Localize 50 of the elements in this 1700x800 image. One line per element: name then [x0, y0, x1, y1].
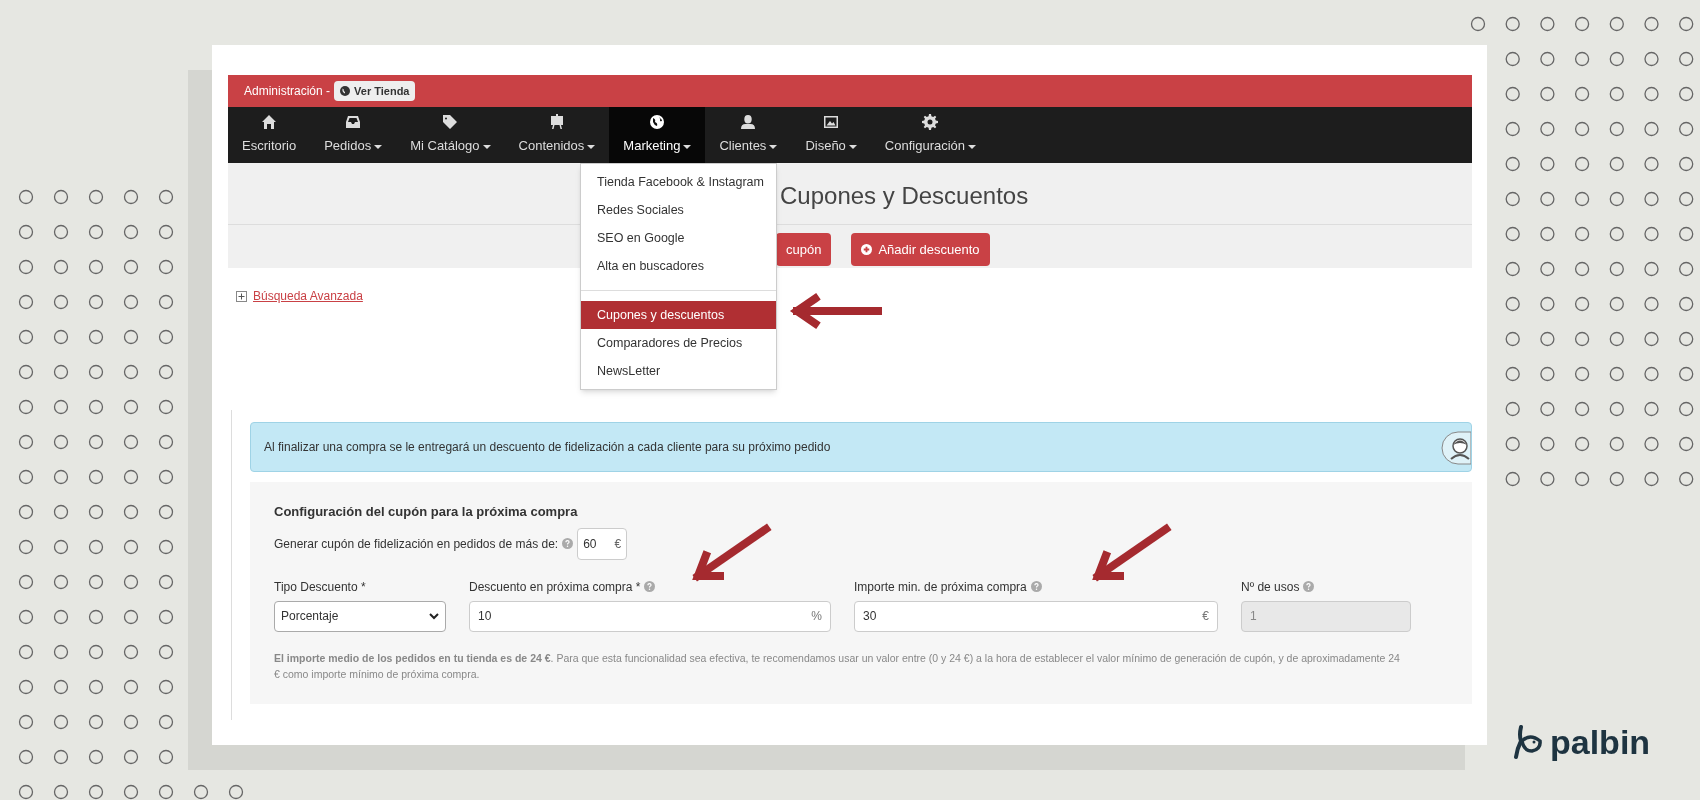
easel-icon	[548, 114, 565, 131]
menu-item[interactable]: Alta en buscadores	[581, 252, 776, 280]
advanced-search-link[interactable]: Búsqueda Avanzada	[253, 287, 363, 305]
menu-item[interactable]: Redes Sociales	[581, 196, 776, 224]
input-field[interactable]: 30 €	[854, 600, 1218, 632]
brand-logo: palbin	[1550, 725, 1651, 759]
inbox-icon	[345, 114, 362, 131]
field-label: Importe min. de próxima compra	[854, 579, 1027, 594]
menu-item[interactable]: Comparadores de Precios	[581, 329, 776, 357]
view-store-button[interactable]: Ver Tienda	[334, 80, 416, 102]
expand-icon[interactable]	[236, 290, 247, 302]
field-label: Nº de usos	[1241, 579, 1300, 594]
fish-logo-icon	[1514, 725, 1544, 759]
threshold-label: Generar cupón de fidelización en pedidos de más de:	[274, 535, 559, 553]
tag-icon	[442, 114, 459, 131]
field-label: Descuento en próxima compra *	[469, 579, 641, 594]
nav-item[interactable]: Diseño	[791, 107, 871, 163]
nav-item[interactable]: Pedidos	[310, 107, 397, 163]
globe-icon	[649, 114, 666, 131]
menu-item[interactable]: NewsLetter	[581, 357, 776, 385]
nav-item[interactable]: Mi Catálogo	[396, 107, 505, 163]
nav-item[interactable]: Marketing	[609, 107, 706, 163]
admin-label: Administración -	[244, 83, 331, 100]
help-icon[interactable]	[1030, 580, 1042, 592]
image-icon	[823, 114, 840, 131]
menu-item[interactable]: SEO en Google	[581, 224, 776, 252]
chevron-icon	[429, 612, 439, 620]
menu-item[interactable]: Cupones y descuentos	[581, 301, 776, 329]
nav-item[interactable]: Clientes	[705, 107, 792, 163]
nav-item[interactable]: Contenidos	[504, 107, 610, 163]
page-title: Cupones y Descuentos	[780, 181, 1029, 211]
globe-icon	[340, 86, 351, 96]
info-text: Al finalizar una compra se le entregará un descuento de fidelización a cada cliente para su próximo pedido	[264, 439, 831, 456]
help-icon[interactable]	[562, 538, 574, 549]
help-icon[interactable]	[644, 580, 656, 592]
support-icon[interactable]	[1441, 431, 1471, 465]
user-icon	[740, 114, 757, 131]
config-title: Configuración del cupón para la próxima compra	[274, 503, 579, 521]
nav-item[interactable]: Configuración	[870, 107, 991, 163]
home-icon	[261, 114, 278, 131]
add-button[interactable]: Añadir descuento	[851, 233, 990, 266]
nav-item[interactable]: Escritorio	[228, 107, 311, 163]
input-field[interactable]: 10 %	[469, 600, 831, 632]
gear-icon	[922, 114, 939, 131]
recommendation-note: El importe medio de los pedidos en tu tienda es de 24 €. Para que esta funcionalidad sea efectiva, te recomendamos usar un valor entre (0 y 24 €) a la hora de establecer el valor mínimo de generación de cupón, y de aproximadamente 24 € como importe mínimo de próxima compra.	[274, 650, 1401, 682]
threshold-field[interactable]: 60 €	[577, 527, 628, 560]
select-field[interactable]: Porcentaje	[274, 600, 446, 632]
menu-item[interactable]: Tienda Facebook & Instagram	[581, 168, 776, 196]
add-button[interactable]: cupón	[776, 233, 832, 266]
field-label: Tipo Descuento *	[274, 579, 366, 594]
